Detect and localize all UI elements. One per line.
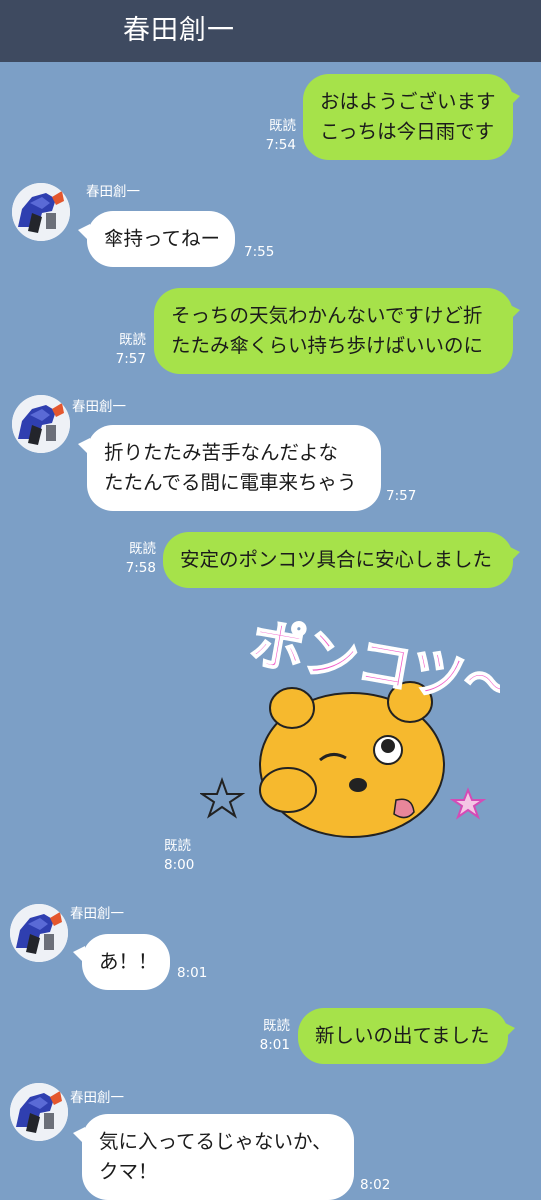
message-meta: 既読 7:57 bbox=[100, 331, 146, 369]
sender-name: 春田創一 bbox=[70, 1090, 124, 1106]
read-label: 既読 bbox=[129, 541, 156, 557]
bubble-tail bbox=[508, 304, 520, 322]
chat-header: 春田創一 bbox=[0, 0, 541, 62]
read-label: 既読 bbox=[263, 1018, 290, 1034]
message-bubble[interactable]: 折りたたみ苦手なんだよな たたんでる間に電車来ちゃう bbox=[87, 425, 381, 511]
avatar[interactable] bbox=[10, 1083, 68, 1141]
message-text: あ！！ bbox=[99, 950, 158, 973]
message-time: 8:00 bbox=[164, 857, 195, 873]
message-text: たたんでる間に電車来ちゃう bbox=[104, 471, 357, 494]
bubble-tail bbox=[508, 90, 520, 108]
bubble-tail bbox=[73, 946, 85, 964]
bubble-tail bbox=[78, 438, 90, 456]
avatar[interactable] bbox=[10, 904, 68, 962]
bubble-tail bbox=[73, 1127, 85, 1145]
message-text: クマ！ bbox=[99, 1160, 158, 1183]
read-label: 既読 bbox=[119, 332, 146, 348]
robot-avatar-icon bbox=[12, 395, 70, 453]
message-time: 8:01 bbox=[259, 1037, 290, 1053]
message-text: そっちの天気わかんないですけど折 bbox=[171, 304, 483, 327]
chat-title: 春田創一 bbox=[123, 15, 235, 46]
bubble-tail bbox=[78, 224, 90, 242]
robot-avatar-icon bbox=[10, 1083, 68, 1141]
message-time: 7:55 bbox=[244, 244, 275, 260]
bubble-tail bbox=[508, 546, 520, 564]
avatar[interactable] bbox=[12, 183, 70, 241]
message-bubble[interactable]: 新しいの出てました bbox=[298, 1008, 508, 1064]
bear-sticker-icon[interactable]: ポンコツ〜ン bbox=[200, 600, 500, 870]
sender-name: 春田創一 bbox=[86, 184, 140, 200]
message-text: 傘持ってねー bbox=[104, 227, 221, 250]
message-time: 8:01 bbox=[177, 965, 208, 981]
message-meta: 既読 8:01 bbox=[244, 1017, 290, 1055]
robot-avatar-icon bbox=[12, 183, 70, 241]
message-bubble[interactable]: 安定のポンコツ具合に安心しました bbox=[163, 532, 513, 588]
message-bubble[interactable]: あ！！ bbox=[82, 934, 170, 990]
message-bubble[interactable]: 気に入ってるじゃないか、 クマ！ bbox=[82, 1114, 354, 1200]
message-text: 気に入ってるじゃないか、 bbox=[99, 1130, 332, 1153]
read-label: 既読 bbox=[269, 118, 296, 134]
message-bubble[interactable]: おはようございます こっちは今日雨です bbox=[303, 74, 513, 160]
message-bubble[interactable]: 傘持ってねー bbox=[87, 211, 235, 267]
message-time: 7:57 bbox=[115, 351, 146, 367]
message-text: たたみ傘くらい持ち歩けばいいのに bbox=[171, 334, 484, 357]
message-time: 7:58 bbox=[125, 560, 156, 576]
message-meta: 既読 7:58 bbox=[110, 540, 156, 578]
bubble-tail bbox=[503, 1022, 515, 1040]
sender-name: 春田創一 bbox=[72, 399, 126, 415]
robot-avatar-icon bbox=[10, 904, 68, 962]
avatar[interactable] bbox=[12, 395, 70, 453]
message-time: 7:57 bbox=[386, 488, 417, 504]
message-text: 折りたたみ苦手なんだよな bbox=[104, 441, 339, 464]
read-label: 既読 bbox=[164, 838, 191, 854]
message-time: 8:02 bbox=[360, 1177, 391, 1193]
message-text: こっちは今日雨です bbox=[320, 120, 495, 143]
message-bubble[interactable]: そっちの天気わかんないですけど折 たたみ傘くらい持ち歩けばいいのに bbox=[154, 288, 513, 374]
message-text: 新しいの出てました bbox=[315, 1024, 490, 1047]
message-time: 7:54 bbox=[265, 137, 296, 153]
sender-name: 春田創一 bbox=[70, 906, 124, 922]
message-text: おはようございます bbox=[320, 90, 496, 113]
message-meta: 既読 7:54 bbox=[250, 117, 296, 155]
message-meta: 既読 8:00 bbox=[164, 837, 194, 875]
message-text: 安定のポンコツ具合に安心しました bbox=[180, 548, 493, 571]
